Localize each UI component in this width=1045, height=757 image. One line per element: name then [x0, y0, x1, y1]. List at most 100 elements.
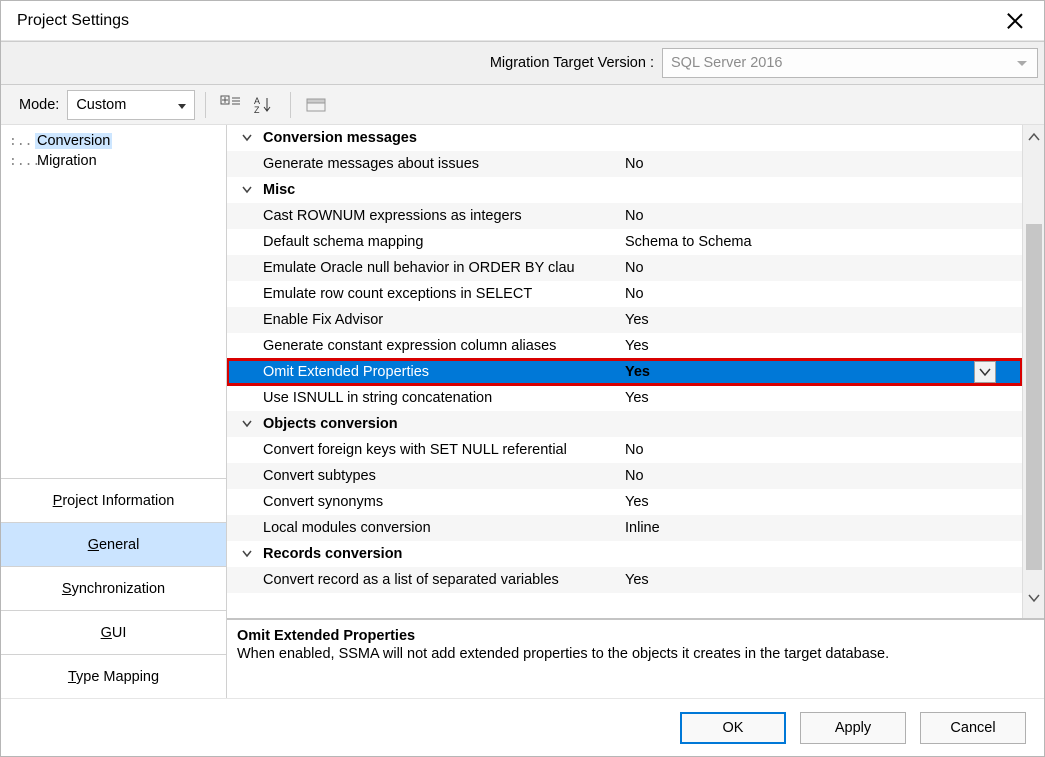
property-category-label: Conversion messages	[263, 130, 417, 146]
separator	[205, 92, 206, 118]
property-category[interactable]: Misc	[227, 177, 1022, 203]
property-value[interactable]: Yes	[625, 312, 795, 328]
alphabetical-button[interactable]: A Z	[248, 91, 278, 119]
chevron-down-icon	[239, 548, 255, 560]
property-value[interactable]: Yes	[625, 494, 795, 510]
property-category[interactable]: Objects conversion	[227, 411, 1022, 437]
category-stack: Project Information General Synchronizat…	[1, 477, 226, 698]
property-name: Enable Fix Advisor	[263, 312, 625, 328]
property-row[interactable]: Use ISNULL in string concatenationYes	[227, 385, 1022, 411]
property-row[interactable]: Local modules conversionInline	[227, 515, 1022, 541]
property-name: Emulate row count exceptions in SELECT	[263, 286, 625, 302]
property-value[interactable]: Inline	[625, 520, 795, 536]
property-pages-button[interactable]	[301, 91, 331, 119]
property-value[interactable]: No	[625, 442, 795, 458]
property-name: Default schema mapping	[263, 234, 625, 250]
alphabetical-icon: A Z	[252, 95, 274, 115]
tree-node-migration[interactable]: :.... Migration	[9, 151, 218, 171]
property-name: Generate messages about issues	[263, 156, 625, 172]
tree-branch-icon: :....	[9, 134, 33, 149]
description-text: When enabled, SSMA will not add extended…	[237, 646, 1034, 662]
chevron-down-icon	[979, 367, 991, 377]
property-value[interactable]: Yes	[625, 338, 795, 354]
scroll-thumb[interactable]	[1026, 224, 1042, 570]
chevron-down-icon	[239, 184, 255, 196]
property-row[interactable]: Generate constant expression column alia…	[227, 333, 1022, 359]
property-row[interactable]: Cast ROWNUM expressions as integersNo	[227, 203, 1022, 229]
tree-node-conversion[interactable]: :.... Conversion	[9, 131, 218, 151]
description-panel: Omit Extended Properties When enabled, S…	[227, 618, 1044, 698]
cancel-button[interactable]: Cancel	[920, 712, 1026, 744]
migration-target-combo[interactable]: SQL Server 2016	[662, 48, 1038, 78]
chevron-down-icon	[239, 132, 255, 144]
titlebar: Project Settings	[1, 1, 1044, 41]
dropdown-button[interactable]	[974, 361, 996, 383]
project-settings-window: Project Settings Migration Target Versio…	[0, 0, 1045, 757]
property-name: Convert record as a list of separated va…	[263, 572, 625, 588]
close-icon	[1006, 12, 1024, 30]
scroll-down-button[interactable]	[1026, 590, 1042, 606]
property-name: Use ISNULL in string concatenation	[263, 390, 625, 406]
left-panel: :.... Conversion :.... Migration Project…	[1, 125, 227, 698]
property-row[interactable]: Generate messages about issuesNo	[227, 151, 1022, 177]
property-row[interactable]: Convert record as a list of separated va…	[227, 567, 1022, 593]
ok-button[interactable]: OK	[680, 712, 786, 744]
tree: :.... Conversion :.... Migration	[1, 125, 226, 477]
toolbar: Mode: Custom A Z	[1, 85, 1044, 125]
property-name: Convert subtypes	[263, 468, 625, 484]
property-category-label: Misc	[263, 182, 295, 198]
property-value[interactable]: Yes	[625, 390, 795, 406]
property-name: Convert synonyms	[263, 494, 625, 510]
vertical-scrollbar[interactable]	[1022, 125, 1044, 618]
property-value[interactable]: Yes	[625, 364, 795, 380]
property-category-label: Objects conversion	[263, 416, 398, 432]
window-title: Project Settings	[17, 12, 992, 30]
chevron-down-icon	[1028, 593, 1040, 603]
property-value[interactable]: No	[625, 156, 795, 172]
mode-combo[interactable]: Custom	[67, 90, 195, 120]
property-row[interactable]: Default schema mappingSchema to Schema	[227, 229, 1022, 255]
category-gui[interactable]: GUI	[1, 610, 226, 654]
migration-target-label: Migration Target Version :	[490, 55, 654, 71]
property-category[interactable]: Conversion messages	[227, 125, 1022, 151]
property-name: Local modules conversion	[263, 520, 625, 536]
property-grid[interactable]: Conversion messages Generate messages abo…	[227, 125, 1022, 618]
property-row[interactable]: Convert subtypesNo	[227, 463, 1022, 489]
property-value[interactable]: No	[625, 260, 795, 276]
chevron-up-icon	[1028, 132, 1040, 142]
property-name: Generate constant expression column alia…	[263, 338, 625, 354]
right-panel: Conversion messages Generate messages abo…	[227, 125, 1044, 698]
category-type-mapping[interactable]: Type Mapping	[1, 654, 226, 698]
migration-target-bar: Migration Target Version : SQL Server 20…	[1, 41, 1044, 85]
property-value[interactable]: No	[625, 468, 795, 484]
property-value[interactable]: Schema to Schema	[625, 234, 795, 250]
separator	[290, 92, 291, 118]
chevron-down-icon	[239, 418, 255, 430]
property-row[interactable]: Enable Fix AdvisorYes	[227, 307, 1022, 333]
property-row[interactable]: Omit Extended PropertiesYes	[227, 359, 1022, 385]
property-name: Convert foreign keys with SET NULL refer…	[263, 442, 625, 458]
property-row[interactable]: Emulate row count exceptions in SELECTNo	[227, 281, 1022, 307]
property-value[interactable]: No	[625, 286, 795, 302]
categorized-button[interactable]	[216, 91, 246, 119]
property-value[interactable]: Yes	[625, 572, 795, 588]
category-project-information[interactable]: Project Information	[1, 478, 226, 522]
scroll-up-button[interactable]	[1026, 129, 1042, 145]
property-row[interactable]: Convert foreign keys with SET NULL refer…	[227, 437, 1022, 463]
apply-button[interactable]: Apply	[800, 712, 906, 744]
property-pages-icon	[305, 96, 327, 114]
svg-text:Z: Z	[254, 105, 260, 115]
property-category[interactable]: Records conversion	[227, 541, 1022, 567]
category-synchronization[interactable]: Synchronization	[1, 566, 226, 610]
property-name: Cast ROWNUM expressions as integers	[263, 208, 625, 224]
property-row[interactable]: Emulate Oracle null behavior in ORDER BY…	[227, 255, 1022, 281]
dialog-footer: OK Apply Cancel	[1, 698, 1044, 756]
mode-label: Mode:	[1, 97, 67, 113]
mode-value: Custom	[76, 97, 126, 113]
category-general[interactable]: General	[1, 522, 226, 566]
close-button[interactable]	[992, 5, 1038, 37]
property-name: Emulate Oracle null behavior in ORDER BY…	[263, 260, 625, 276]
property-row[interactable]: Convert synonymsYes	[227, 489, 1022, 515]
migration-target-value: SQL Server 2016	[671, 55, 783, 71]
property-value[interactable]: No	[625, 208, 795, 224]
